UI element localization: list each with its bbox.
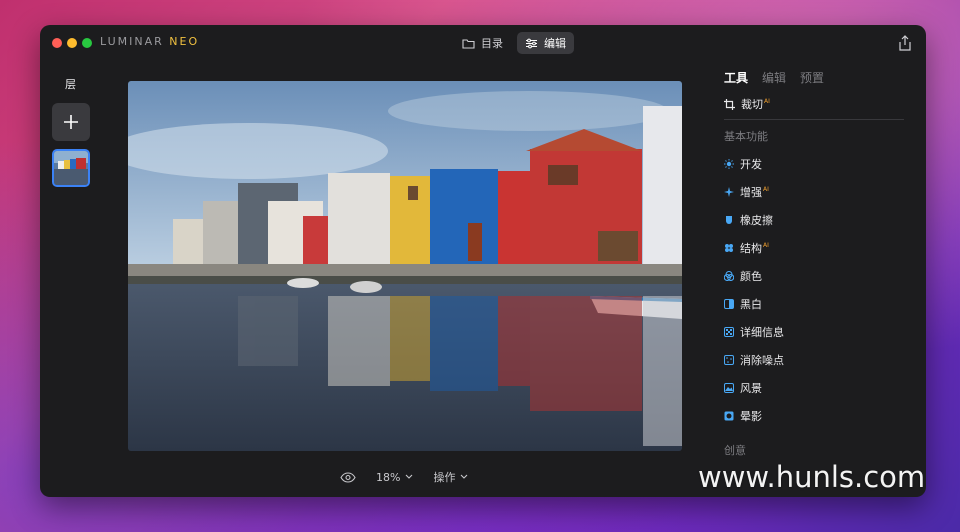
tool-eraser[interactable]: 橡皮擦 — [724, 212, 773, 228]
tab-catalog-label: 目录 — [481, 37, 503, 50]
layer-thumbnail[interactable] — [52, 149, 90, 187]
logo-accent: NEO — [169, 35, 200, 48]
tab-edits[interactable]: 编辑 — [762, 69, 786, 86]
tool-color-label: 颜色 — [740, 270, 762, 283]
tool-develop[interactable]: 开发 — [724, 156, 762, 172]
bottom-bar: 18% 操作 — [340, 469, 468, 485]
tool-crop-label: 裁切 — [741, 98, 763, 111]
tab-presets[interactable]: 预置 — [800, 69, 824, 86]
actions-label: 操作 — [433, 471, 456, 484]
divider — [724, 119, 904, 120]
add-layer-button[interactable] — [52, 103, 90, 141]
tool-enhance[interactable]: 增强AI — [724, 184, 769, 200]
eraser-icon — [726, 216, 732, 224]
photo-canvas[interactable] — [128, 81, 682, 451]
tool-structure[interactable]: 结构AI — [724, 240, 769, 256]
plus-icon — [64, 115, 78, 129]
tool-structure-label: 结构 — [740, 242, 762, 255]
actions-dropdown[interactable]: 操作 — [433, 469, 468, 485]
denoise-icon — [724, 355, 734, 365]
app-logo: LUMINAR NEO — [100, 35, 199, 48]
section-creative: 创意 — [724, 444, 746, 457]
ai-badge: AI — [764, 98, 770, 106]
tool-color[interactable]: 颜色 — [724, 268, 762, 284]
tool-eraser-label: 橡皮擦 — [740, 214, 773, 227]
bw-icon — [724, 299, 734, 309]
tool-details[interactable]: 详细信息 — [724, 324, 784, 340]
zoom-dropdown[interactable]: 18% — [376, 471, 413, 484]
tool-crop[interactable]: 裁切AI — [724, 96, 770, 112]
sparkle-icon — [724, 187, 734, 197]
app-window: LUMINAR NEO 目录 编辑 层 18% 操作 工具 编辑 预置 裁切AI… — [40, 25, 926, 497]
crop-icon — [724, 98, 735, 110]
eye-icon[interactable] — [340, 471, 356, 483]
folder-icon — [462, 38, 475, 49]
watermark-text: www.hunls.com — [698, 460, 926, 494]
structure-icon — [725, 244, 733, 252]
details-icon — [724, 327, 734, 337]
tool-enhance-label: 增强 — [740, 186, 762, 199]
tab-edit[interactable]: 编辑 — [517, 32, 574, 54]
tool-vignette-label: 晕影 — [740, 410, 762, 423]
close-window-button[interactable] — [52, 38, 62, 48]
layers-title: 层 — [65, 78, 76, 91]
tool-landscape[interactable]: 风景 — [724, 380, 762, 396]
tool-landscape-label: 风景 — [740, 382, 762, 395]
title-bar: LUMINAR NEO 目录 编辑 — [40, 25, 926, 61]
tool-denoise[interactable]: 消除噪点 — [724, 352, 784, 368]
color-icon — [724, 271, 734, 281]
tab-tools[interactable]: 工具 — [724, 69, 748, 86]
tab-edit-label: 编辑 — [544, 37, 566, 50]
tool-bw-label: 黑白 — [740, 298, 762, 311]
ai-badge: AI — [763, 186, 769, 194]
chevron-down-icon — [406, 474, 413, 479]
top-nav: 目录 编辑 — [454, 32, 574, 54]
tool-bw[interactable]: 黑白 — [724, 296, 762, 312]
sun-icon — [724, 159, 734, 169]
share-icon[interactable] — [898, 35, 912, 51]
panel-tabs: 工具 编辑 预置 — [724, 69, 824, 86]
tool-details-label: 详细信息 — [740, 326, 784, 339]
zoom-value: 18% — [376, 470, 401, 484]
layers-panel: 层 — [40, 61, 112, 497]
chevron-down-icon — [461, 474, 468, 479]
tools-panel: 工具 编辑 预置 裁切AI 基本功能 开发 增强AI 橡皮擦 结构AI 颜色 黑… — [724, 61, 926, 497]
sliders-icon — [526, 38, 537, 48]
zoom-window-button[interactable] — [82, 38, 92, 48]
tool-vignette[interactable]: 晕影 — [724, 408, 762, 424]
logo-main: LUMINAR — [100, 35, 170, 48]
tab-catalog[interactable]: 目录 — [454, 32, 511, 54]
ai-badge: AI — [763, 242, 769, 250]
section-basic: 基本功能 — [724, 130, 768, 143]
tool-denoise-label: 消除噪点 — [740, 354, 784, 367]
tool-develop-label: 开发 — [740, 158, 762, 171]
vignette-icon — [724, 411, 734, 421]
minimize-window-button[interactable] — [67, 38, 77, 48]
landscape-icon — [724, 383, 734, 393]
